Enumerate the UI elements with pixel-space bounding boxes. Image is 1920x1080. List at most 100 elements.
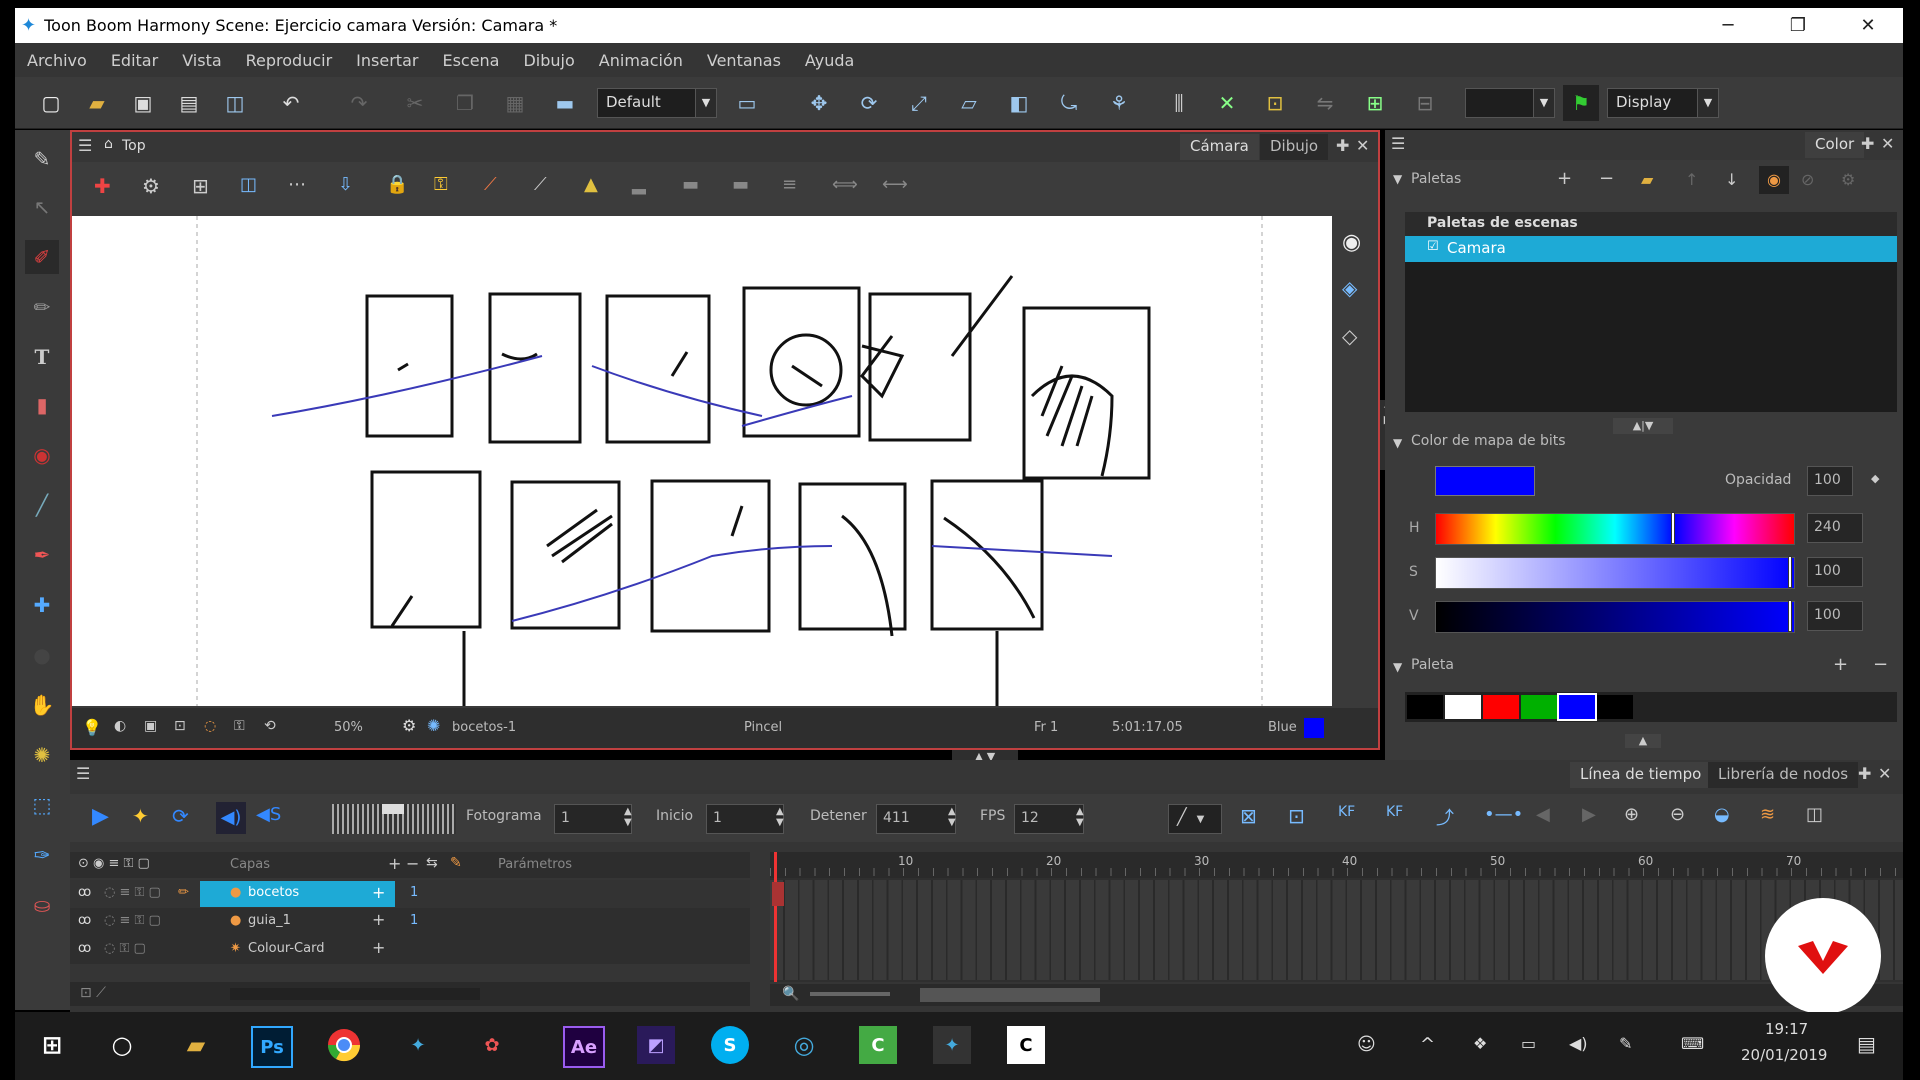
saturation-input[interactable]: 100 xyxy=(1807,557,1863,587)
drawing-canvas[interactable] xyxy=(72,216,1332,706)
fps-spinner-icon[interactable]: ▲ ▼ xyxy=(1076,806,1084,828)
hand-icon[interactable]: ✋ xyxy=(25,688,59,722)
pivot-tool-icon[interactable]: ⛀ xyxy=(25,888,59,922)
menu-icon[interactable]: ☰ xyxy=(76,764,90,783)
dropbox-icon[interactable]: ❖ xyxy=(1473,1034,1487,1053)
current-color-preview[interactable] xyxy=(1435,466,1535,496)
stop-motion-icon[interactable]: •—• xyxy=(1484,804,1523,825)
chevron-up-icon[interactable]: ^ xyxy=(1420,1034,1435,1055)
swatch-black-2[interactable] xyxy=(1597,695,1633,719)
palette-browser-icon[interactable]: ◉ xyxy=(1759,166,1789,194)
frame-spinner-icon[interactable]: ▲ ▼ xyxy=(624,806,632,828)
layer-name-cell[interactable]: ● bocetos + xyxy=(200,881,395,907)
swatch-red[interactable] xyxy=(1483,695,1519,719)
file-explorer-icon[interactable]: ▰ xyxy=(177,1026,215,1064)
minimize-button[interactable]: ─ xyxy=(1693,8,1763,43)
redo-icon[interactable]: ↷ xyxy=(345,89,373,117)
value-slider[interactable] xyxy=(1435,600,1795,633)
sound-icon[interactable]: ◀) xyxy=(216,802,246,834)
camtasia-recorder-icon[interactable]: C xyxy=(1007,1026,1045,1064)
tab-timeline[interactable]: Línea de tiempo xyxy=(1570,762,1712,788)
stroke-icon[interactable]: ⟋ xyxy=(534,174,547,195)
zoom-timeline-icon[interactable]: ⊡ ⟋ xyxy=(80,985,106,1001)
menu-editar[interactable]: Editar xyxy=(111,51,158,70)
add-view-icon[interactable]: ✚ xyxy=(1861,134,1874,153)
export-icon[interactable]: ◫ xyxy=(221,89,249,117)
layout-icon[interactable]: ▬ xyxy=(551,89,579,117)
open-folder-icon[interactable]: ▰ xyxy=(83,89,111,117)
next-keyframe-icon[interactable]: ▶ xyxy=(1582,804,1596,825)
clock-time[interactable]: 19:17 xyxy=(1765,1020,1808,1038)
transform-tool-icon[interactable]: ⬚ xyxy=(25,788,59,822)
collapse-triangle-icon[interactable]: ▼ xyxy=(1393,172,1402,186)
rotate-icon[interactable]: ⟳ xyxy=(855,89,883,117)
eye-icon[interactable]: ◉ xyxy=(1342,230,1361,255)
layer-parent-icon[interactable]: ⇆ xyxy=(426,855,438,871)
value-slider-handle[interactable] xyxy=(1788,600,1792,632)
chrome-icon[interactable] xyxy=(325,1026,363,1064)
swatch-blue[interactable] xyxy=(1557,693,1597,721)
opacity-input[interactable]: 100 xyxy=(1807,466,1853,496)
morph-tool-icon[interactable]: ✺ xyxy=(25,738,59,772)
eraser-tool-icon[interactable]: ▮ xyxy=(25,388,59,422)
close-view-icon[interactable]: ✕ xyxy=(1356,136,1369,155)
timeline-scroll-thumb[interactable] xyxy=(920,988,1100,1002)
move-up-icon[interactable]: ↑ xyxy=(1685,170,1698,189)
skew-icon[interactable]: ▱ xyxy=(955,89,983,117)
lock-toggle-icon[interactable]: ◌ ⚿ ▢ xyxy=(104,941,146,956)
new-scene-icon[interactable]: ▢ xyxy=(37,89,65,117)
lock-toggle-icon[interactable]: ◌ ≡ ⚿ ▢ xyxy=(104,913,161,928)
bone-tool-icon[interactable]: ✑ xyxy=(25,838,59,872)
remove-swatch-icon[interactable]: − xyxy=(1873,654,1888,675)
menu-icon[interactable]: ☰ xyxy=(1391,134,1405,153)
layer-back-icon[interactable]: ≡ xyxy=(782,174,797,195)
mask-icon[interactable]: ◐ xyxy=(114,718,126,734)
zoom-level[interactable]: 50% xyxy=(334,720,363,735)
menu-reproducir[interactable]: Reproducir xyxy=(246,51,333,70)
safe-area-icon[interactable]: ⊡ xyxy=(174,718,186,734)
network-icon[interactable]: ▭ xyxy=(1521,1034,1536,1053)
paint-tool-icon[interactable]: ◉ xyxy=(25,438,59,472)
insert-frame-icon[interactable]: ⊕ xyxy=(1624,804,1639,825)
select-tool-icon[interactable]: ✎ xyxy=(25,142,59,176)
zoom-icon[interactable]: 🔍 xyxy=(782,986,799,1002)
move-down-icon[interactable]: ↓ xyxy=(1725,170,1738,189)
playhead[interactable] xyxy=(774,852,777,982)
remove-keyframe-icon[interactable]: KF xyxy=(1386,804,1403,820)
flip-icon[interactable]: ✕ xyxy=(1213,89,1241,117)
premiere-icon[interactable]: ◩ xyxy=(637,1026,675,1064)
save-as-icon[interactable]: ▤ xyxy=(175,89,203,117)
interpolation-dropdown[interactable]: ╱ ▼ xyxy=(1168,804,1222,834)
tab-camara[interactable]: Cámara xyxy=(1180,134,1259,160)
layer-properties-icon[interactable]: ✎ xyxy=(450,855,462,871)
skype-icon[interactable]: S xyxy=(711,1026,749,1064)
lock-icon[interactable]: ⚿ xyxy=(234,718,245,734)
visibility-icon[interactable]: ꝏ xyxy=(78,885,91,900)
spline-offset-icon[interactable]: ⤿ xyxy=(1055,89,1083,117)
add-sublayer-icon[interactable]: + xyxy=(372,938,385,957)
hue-slider-handle[interactable] xyxy=(1671,512,1675,544)
align-icon[interactable]: ⫼ xyxy=(1165,89,1193,117)
palette-options-icon[interactable]: ⚙ xyxy=(1841,170,1855,189)
animate-icon[interactable]: ⚘ xyxy=(1105,89,1133,117)
layer-toggle-icon[interactable]: ◇ xyxy=(1342,324,1357,348)
menu-ayuda[interactable]: Ayuda xyxy=(805,51,854,70)
split-view-icon[interactable]: ◫ xyxy=(1806,804,1823,825)
add-view-icon[interactable]: ✚ xyxy=(1336,136,1349,155)
onion-icon[interactable]: ◌ xyxy=(204,718,216,734)
palette-splitter-handle[interactable]: ▲|▼ xyxy=(1613,418,1673,434)
play-selection-icon[interactable]: ✦ xyxy=(132,804,149,828)
add-view-icon[interactable]: ✚ xyxy=(1858,764,1871,783)
layer-down-icon[interactable]: ▬ xyxy=(682,174,699,195)
frame-grid[interactable] xyxy=(770,880,1903,980)
layer-scrollbar[interactable] xyxy=(230,988,480,1000)
timeline-zoom-slider[interactable] xyxy=(810,992,890,996)
palette-item-camara[interactable]: ☑ Camara xyxy=(1405,236,1897,262)
breadcrumb-top[interactable]: Top xyxy=(122,138,146,154)
flip-v-icon[interactable]: ⟷ xyxy=(882,174,908,195)
layer-front-icon[interactable]: ▬ xyxy=(732,174,749,195)
center-icon[interactable]: ⊟ xyxy=(1411,89,1439,117)
speed-handle[interactable] xyxy=(382,804,404,814)
add-palette-icon[interactable]: + xyxy=(1557,168,1572,189)
opacity-spinner-icon[interactable]: ◆ xyxy=(1871,472,1879,485)
